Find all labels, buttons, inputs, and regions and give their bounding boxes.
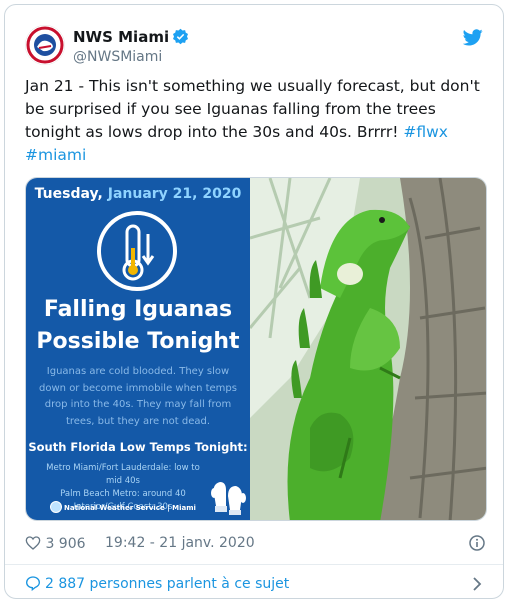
thermometer-icon (94, 208, 180, 294)
tweet-image[interactable]: Tuesday, January 21, 2020 Falling Iguana… (25, 177, 487, 521)
conversation-link[interactable]: 2 887 personnes parlent à ce sujet (25, 570, 487, 596)
conversation-text: 2 887 personnes parlent à ce sujet (25, 575, 289, 592)
tweet-card: NWS Miami @NWSMiami Jan 21 - This isn't … (4, 4, 504, 599)
verified-icon (172, 28, 189, 45)
nws-graphic-panel: Tuesday, January 21, 2020 Falling Iguana… (26, 178, 250, 520)
nws-logo-icon[interactable] (25, 25, 65, 65)
info-icon[interactable] (469, 535, 485, 551)
low-temp-item: Palm Beach Metro: around 40 (60, 489, 186, 499)
noaa-logo-icon (50, 501, 62, 513)
twitter-bird-icon[interactable] (462, 29, 483, 47)
display-name[interactable]: NWS Miami (73, 28, 169, 46)
headline-line1: Falling Iguanas (43, 297, 233, 322)
chevron-right-icon (471, 576, 483, 591)
account-handle[interactable]: @NWSMiami (73, 49, 189, 65)
hashtag-flwx[interactable]: #flwx (403, 123, 448, 141)
reply-bubble-icon (25, 576, 41, 592)
graphic-description: Iguanas are cold blooded. They slow down… (39, 366, 237, 427)
like-count: 3 906 (45, 536, 86, 552)
graphic-date: Tuesday, January 21, 2020 (26, 186, 250, 202)
tweet-header: NWS Miami @NWSMiami (25, 25, 483, 73)
graphic-date-highlight: January 21, 2020 (107, 186, 242, 202)
heart-icon (25, 536, 41, 550)
graphic-headline: Falling Iguanas Possible Tonight (26, 294, 250, 358)
low-temps-title: South Florida Low Temps Tonight: (28, 440, 248, 454)
headline-line2: Possible Tonight (36, 329, 240, 354)
tweet-footer: 3 906 19:42 - 21 janv. 2020 (25, 531, 487, 555)
graphic-date-prefix: Tuesday, (34, 186, 103, 202)
low-temp-item: Metro Miami/Fort Lauderdale: low to mid … (46, 463, 200, 486)
footer-divider (5, 564, 503, 565)
tweet-timestamp[interactable]: 19:42 - 21 janv. 2020 (105, 535, 255, 551)
conversation-count: 2 887 personnes parlent à ce sujet (45, 576, 290, 592)
iguana-photo (248, 178, 486, 520)
graphic-footer-org: National Weather Service | Miami (64, 504, 196, 512)
hashtag-miami[interactable]: #miami (25, 146, 86, 164)
tweet-text: Jan 21 - This isn't something we usually… (25, 75, 487, 167)
account-info[interactable]: NWS Miami @NWSMiami (73, 26, 189, 65)
like-button[interactable]: 3 906 (25, 535, 86, 552)
mittens-icon (210, 476, 246, 516)
